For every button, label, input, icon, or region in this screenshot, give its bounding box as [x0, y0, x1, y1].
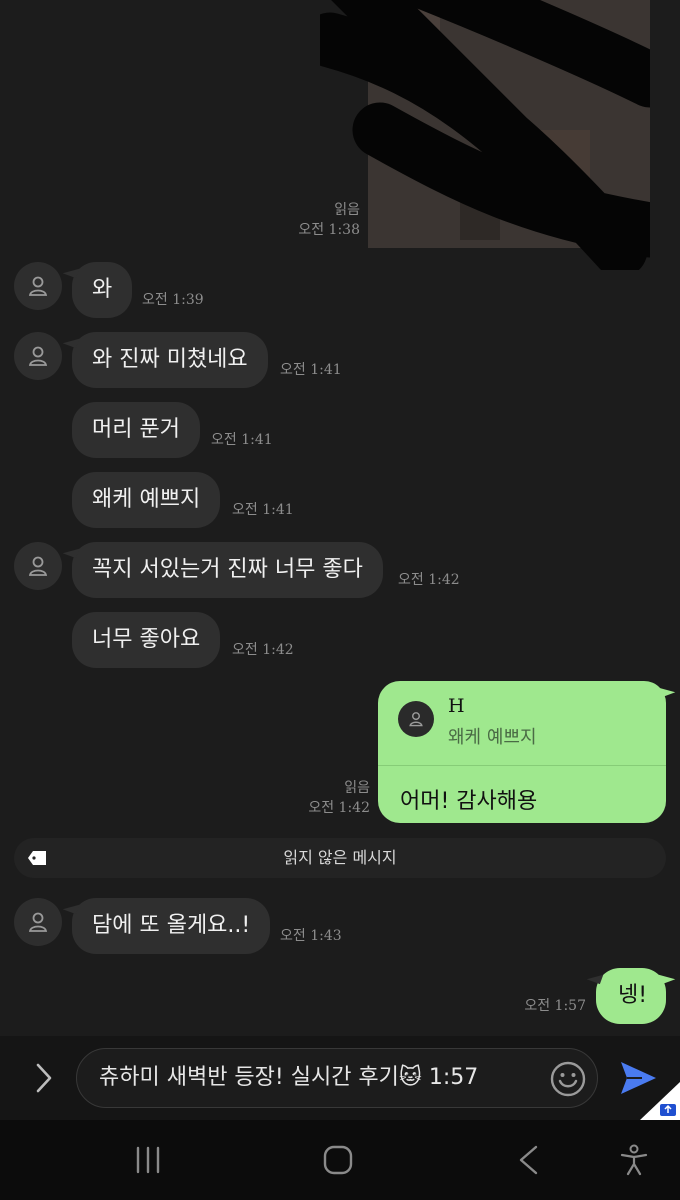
person-icon: [28, 346, 48, 366]
read-status: 읽음: [334, 202, 360, 218]
avatar[interactable]: [14, 332, 62, 380]
corner-badge: [640, 1082, 680, 1120]
person-icon: [28, 556, 48, 576]
person-icon: [28, 276, 48, 296]
message-time: 오전 1:39: [142, 292, 204, 308]
chevron-right-icon: [36, 1063, 52, 1093]
message-time: 오전 1:41: [232, 502, 294, 518]
message-input[interactable]: 츄하미 새벽반 등장! 실시간 후기🐱 1:57: [76, 1048, 598, 1108]
home-button[interactable]: [318, 1140, 358, 1180]
message-bubble[interactable]: 와: [72, 262, 133, 318]
chat-area[interactable]: 읽음 오전 1:38 와 오전 1:39 와 진짜 미쳤네요 오전 1:41 머…: [0, 0, 680, 1036]
avatar[interactable]: [14, 898, 62, 946]
reply-message-bubble[interactable]: H 왜케 예쁘지 어머! 감사해용: [378, 681, 666, 823]
message-bubble[interactable]: 머리 푼거: [72, 402, 200, 458]
message-time: 오전 1:42: [308, 800, 370, 816]
home-icon: [323, 1145, 353, 1175]
read-status: 읽음: [344, 780, 370, 796]
accessibility-icon: [620, 1144, 648, 1176]
avatar[interactable]: [14, 262, 62, 310]
quoted-text: 왜케 예쁘지: [448, 727, 537, 748]
message-time: 오전 1:42: [398, 572, 460, 588]
message-composer: 츄하미 새벽반 등장! 실시간 후기🐱 1:57: [0, 1036, 680, 1120]
quoted-sender-name: H: [448, 695, 465, 717]
message-bubble[interactable]: 너무 좋아요: [72, 612, 221, 668]
unread-label: 읽지 않은 메시지: [283, 848, 397, 867]
message-time: 오전 1:43: [280, 928, 342, 944]
message-bubble[interactable]: 담에 또 올게요..!: [72, 898, 271, 954]
message-input-text: 츄하미 새벽반 등장! 실시간 후기🐱 1:57: [99, 1065, 479, 1090]
redacted-photo[interactable]: [320, 0, 650, 270]
message-bubble[interactable]: 꼭지 서있는거 진짜 너무 좋다: [72, 542, 383, 598]
person-icon: [409, 712, 423, 727]
avatar: [398, 701, 434, 737]
message-time: 오전 1:57: [524, 998, 586, 1014]
smiley-icon[interactable]: [549, 1060, 587, 1098]
message-time: 오전 1:42: [232, 642, 294, 658]
message-bubble[interactable]: 넹!: [596, 968, 666, 1024]
recent-apps-button[interactable]: [128, 1140, 168, 1180]
back-icon: [519, 1145, 538, 1175]
recent-apps-icon: [136, 1146, 160, 1174]
message-text: 어머! 감사해용: [400, 789, 538, 814]
message-bubble[interactable]: 와 진짜 미쳤네요: [72, 332, 268, 388]
message-bubble[interactable]: 왜케 예쁘지: [72, 472, 221, 528]
accessibility-button[interactable]: [614, 1140, 654, 1180]
message-time: 오전 1:38: [298, 222, 360, 238]
system-navigation-bar: [0, 1120, 680, 1200]
expand-button[interactable]: [28, 1058, 60, 1098]
avatar[interactable]: [14, 542, 62, 590]
person-icon: [28, 912, 48, 932]
message-time: 오전 1:41: [280, 362, 342, 378]
unread-divider: 읽지 않은 메시지: [14, 838, 666, 878]
quoted-message[interactable]: H 왜케 예쁘지: [378, 681, 666, 766]
message-time: 오전 1:41: [211, 432, 273, 448]
back-button[interactable]: [508, 1140, 548, 1180]
